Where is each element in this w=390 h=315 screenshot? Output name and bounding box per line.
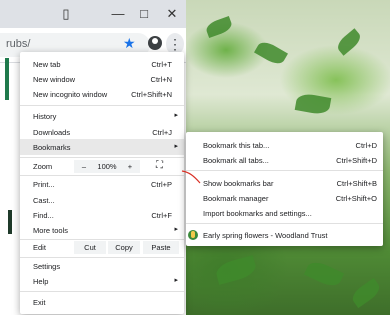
leaf-shape <box>214 255 258 285</box>
menu-item-label: Settings <box>33 262 61 271</box>
submenu-item-import[interactable]: Import bookmarks and settings... <box>186 205 383 221</box>
copy-button[interactable]: Copy <box>108 241 140 254</box>
chrome-main-menu: New tab Ctrl+T New window Ctrl+N New inc… <box>20 52 184 314</box>
menu-item-new-tab[interactable]: New tab Ctrl+T <box>20 56 184 72</box>
bookmarks-submenu: Bookmark this tab... Ctrl+D Bookmark all… <box>186 132 383 246</box>
menu-item-shortcut: Ctrl+N <box>150 75 172 84</box>
leaf-shape <box>294 92 332 116</box>
zoom-out-button[interactable]: – <box>74 160 94 173</box>
annotation-arrow-icon <box>181 170 201 184</box>
submenu-item-label: Bookmark this tab... <box>203 141 270 150</box>
menu-item-label: Bookmarks <box>33 143 71 152</box>
menu-item-label: Help <box>33 277 49 286</box>
paste-button[interactable]: Paste <box>143 241 179 254</box>
menu-divider <box>20 105 184 106</box>
cut-button[interactable]: Cut <box>74 241 106 254</box>
menu-item-print[interactable]: Print... Ctrl+P <box>20 176 184 192</box>
menu-item-label: More tools <box>33 226 69 235</box>
submenu-item-bookmark-tab[interactable]: Bookmark this tab... Ctrl+D <box>186 137 383 153</box>
submenu-item-shortcut: Ctrl+Shift+B <box>336 179 377 188</box>
submenu-item-label: Bookmark manager <box>203 194 269 203</box>
menu-item-new-incognito[interactable]: New incognito window Ctrl+Shift+N <box>20 86 184 102</box>
zoom-in-button[interactable]: + <box>120 160 140 173</box>
submenu-item-label: Bookmark all tabs... <box>203 156 269 165</box>
url-text: rubs/ <box>6 38 31 50</box>
leaf-shape <box>349 277 383 309</box>
submenu-item-label: Show bookmarks bar <box>203 179 274 188</box>
submenu-item-bookmark-manager[interactable]: Bookmark manager Ctrl+Shift+O <box>186 190 383 206</box>
minimize-icon[interactable]: — <box>110 6 126 22</box>
title-bar: ▯ — □ ✕ <box>0 0 186 28</box>
submenu-item-show-bookmarks-bar[interactable]: Show bookmarks bar Ctrl+Shift+B <box>186 175 383 191</box>
menu-item-history[interactable]: History ▸ <box>20 108 184 124</box>
menu-item-label: New window <box>33 75 76 84</box>
submenu-item-shortcut: Ctrl+D <box>355 141 377 150</box>
menu-item-bookmarks[interactable]: Bookmarks ▸ <box>20 139 184 155</box>
menu-item-new-window[interactable]: New window Ctrl+N <box>20 71 184 87</box>
menu-item-label: New tab <box>33 60 61 69</box>
leaf-shape <box>334 28 364 56</box>
maximize-icon[interactable]: □ <box>136 6 152 22</box>
fullscreen-icon[interactable]: ⛶ <box>156 160 163 171</box>
leaf-shape <box>303 258 345 290</box>
edit-label: Edit <box>33 243 46 252</box>
submenu-item-shortcut: Ctrl+Shift+O <box>335 194 377 203</box>
menu-item-shortcut: Ctrl+F <box>151 211 172 220</box>
star-icon[interactable]: ★ <box>123 35 136 52</box>
menu-item-label: Downloads <box>33 128 71 137</box>
menu-item-label: Exit <box>33 298 46 307</box>
profile-icon[interactable] <box>148 36 162 50</box>
menu-item-more-tools[interactable]: More tools ▸ <box>20 222 184 238</box>
menu-item-shortcut: Ctrl+Shift+N <box>131 90 172 99</box>
menu-item-downloads[interactable]: Downloads Ctrl+J <box>20 124 184 140</box>
submenu-divider <box>186 223 383 224</box>
close-icon[interactable]: ✕ <box>164 6 180 22</box>
menu-item-help[interactable]: Help ▸ <box>20 273 184 289</box>
menu-item-label: Find... <box>33 211 54 220</box>
submenu-arrow-icon: ▸ <box>174 143 178 150</box>
submenu-arrow-icon: ▸ <box>174 226 178 233</box>
menu-item-shortcut: Ctrl+J <box>152 128 172 137</box>
menu-item-label: New incognito window <box>33 90 108 99</box>
menu-item-label: History <box>33 112 57 121</box>
submenu-item-bookmark-all[interactable]: Bookmark all tabs... Ctrl+Shift+D <box>186 152 383 168</box>
menu-item-find[interactable]: Find... Ctrl+F <box>20 207 184 223</box>
submenu-item-label: Early spring flowers - Woodland Trust <box>203 231 328 240</box>
submenu-item-label: Import bookmarks and settings... <box>203 209 312 218</box>
menu-item-exit[interactable]: Exit <box>20 294 184 310</box>
tab-search-icon[interactable]: ▯ <box>58 6 74 22</box>
menu-item-label: Print... <box>33 180 55 189</box>
submenu-arrow-icon: ▸ <box>174 277 178 284</box>
edit-row: Edit Cut Copy Paste <box>20 238 184 256</box>
submenu-arrow-icon: ▸ <box>174 112 178 119</box>
submenu-item-shortcut: Ctrl+Shift+D <box>336 156 377 165</box>
zoom-label: Zoom <box>33 162 53 171</box>
site-favicon-icon <box>188 230 198 240</box>
page-accent-strip <box>5 58 9 100</box>
leaf-shape <box>204 15 234 39</box>
zoom-level: 100% <box>94 160 120 173</box>
menu-item-shortcut: Ctrl+T <box>151 60 172 69</box>
menu-item-shortcut: Ctrl+P <box>150 180 172 189</box>
submenu-item-saved-bookmark[interactable]: Early spring flowers - Woodland Trust <box>186 227 383 243</box>
menu-item-settings[interactable]: Settings <box>20 258 184 274</box>
submenu-divider <box>186 170 383 171</box>
menu-item-cast[interactable]: Cast... <box>20 192 184 208</box>
menu-item-label: Cast... <box>33 196 55 205</box>
page-accent-strip <box>8 210 12 234</box>
menu-divider <box>20 291 184 292</box>
zoom-row: Zoom – 100% + ⛶ <box>20 157 184 175</box>
leaf-shape <box>254 38 288 68</box>
